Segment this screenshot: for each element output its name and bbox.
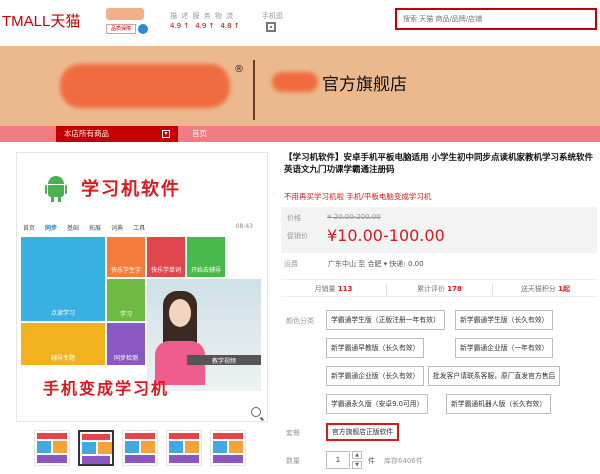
image-tagline: 手机变成学习机: [43, 379, 170, 398]
tile-tutor: 开始去辅导: [187, 237, 225, 277]
shop-ratings: 4.9 ↑ 4.9 ↑ 4.8 ↑: [170, 22, 246, 30]
tmall-points: 送天猫积分 1起: [520, 285, 571, 293]
tile-test: 同步检测: [107, 323, 145, 365]
option-sku[interactable]: 新学霸通早教版（长久有效）: [326, 338, 425, 358]
option-sku[interactable]: 批发客户请联系客服，原厂直发官方售后: [428, 366, 561, 386]
shipping-destination-select[interactable]: 广东中山 至 合肥 ▾ 快递: 0.00: [328, 259, 424, 269]
quantity-input[interactable]: 1: [326, 451, 350, 469]
option-sku[interactable]: 新学霸通机器人版（长久有效）: [446, 394, 552, 414]
app-nav-item: 基础: [67, 225, 80, 232]
product-title: 【学习机软件】安卓手机平板电脑适用 小学生初中同步点读机家教机学习系统软件 英语…: [284, 153, 593, 175]
nav-home[interactable]: 首页: [192, 126, 207, 142]
tile-label: 快乐学单词: [150, 267, 181, 274]
search-input[interactable]: [397, 10, 595, 28]
quantity-increase-button[interactable]: ▲: [352, 451, 362, 459]
quantity-unit: 件: [368, 457, 375, 465]
tile-label: 学习: [119, 311, 132, 318]
package-label: 套餐: [286, 429, 300, 437]
thumbnail[interactable]: [34, 430, 70, 466]
stock-count: 库存6406件: [384, 457, 423, 465]
shipping-label: 运费: [284, 260, 298, 268]
tile-topics: 辅导专题: [21, 323, 105, 365]
image-title: 学习机软件: [81, 179, 181, 200]
tile-video: 教学视频: [187, 355, 261, 365]
banner-title: 官方旗舰店: [322, 75, 407, 95]
tile-characters: 快乐学生字: [107, 237, 145, 277]
shop-level-icon: [138, 24, 148, 34]
app-nav-item: 拓展: [89, 225, 102, 232]
option-sku[interactable]: 新学霸通企业版（一年有效）: [455, 338, 554, 358]
android-icon: [45, 176, 67, 202]
tile-study: 学习: [107, 279, 145, 321]
price-label: 价格: [287, 214, 301, 222]
monthly-sales: 月销量 113: [314, 285, 353, 293]
price-box: 价格 ¥ 20.00-200.00 促销价 ¥10.00-100.00: [281, 207, 597, 253]
tmall-logo[interactable]: TMALL天猫: [2, 10, 80, 31]
package-option-selected[interactable]: 官方旗舰店正版软件: [326, 423, 400, 441]
search-box[interactable]: [395, 8, 597, 30]
nav-all-products-label: 本店所有商品: [64, 129, 109, 138]
thumbnail-strip: [16, 430, 268, 472]
option-sku[interactable]: 学霸通永久版（安卓9.0可用）: [326, 394, 429, 414]
shop-navbar: 本店所有商品 ▾ 首页: [0, 126, 600, 142]
promo-price-label: 促销价: [287, 232, 308, 240]
options-label: 颜色分类: [286, 317, 314, 325]
product-main-image[interactable]: 学习机软件 首页 同步 基础 拓展 词典 工具 08:43 点读学习 快乐学生字 快乐学单…: [16, 152, 268, 422]
thumbnail[interactable]: [166, 430, 202, 466]
rating-description: 4.9 ↑: [170, 22, 190, 30]
tile-words: 快乐学单词: [147, 237, 185, 277]
promo-price: ¥10.00-100.00: [327, 226, 445, 245]
shop-banner: ® 官方旗舰店: [0, 46, 600, 126]
app-nav-item: 首页: [23, 225, 36, 232]
nav-all-products[interactable]: 本店所有商品 ▾: [56, 126, 178, 142]
app-nav-item: 词典: [111, 225, 124, 232]
tile-label: 同步检测: [113, 355, 138, 362]
quantity-decrease-button[interactable]: ▼: [352, 461, 362, 469]
shop-name-blurred[interactable]: [106, 8, 144, 20]
chevron-down-icon: ▾: [162, 130, 170, 138]
app-nav-item: 工具: [133, 225, 146, 232]
original-price: ¥ 20.00-200.00: [327, 213, 381, 221]
brand-name-blurred: [272, 72, 318, 92]
registered-mark: ®: [234, 64, 244, 75]
rating-service: 4.9 ↑: [195, 22, 215, 30]
app-nav-item: 同步: [45, 225, 58, 232]
quantity-label: 数量: [286, 457, 300, 465]
thumbnail[interactable]: [210, 430, 246, 466]
tile-label: 点读学习: [50, 310, 75, 317]
option-sku[interactable]: 新学霸通学生版（长久有效）: [455, 310, 554, 330]
tile-label: 教学视频: [211, 358, 236, 365]
app-nav-preview: 首页 同步 基础 拓展 词典 工具: [23, 223, 263, 235]
mobile-shop-label: 手机逛: [262, 12, 283, 20]
tile-read: 点读学习: [21, 237, 105, 321]
ratings-header: 描 述 服 务 物 流: [170, 12, 235, 20]
tile-label: 快乐学生字: [110, 267, 141, 274]
total-reviews[interactable]: 累计评价 178: [387, 284, 492, 294]
quality-badge: 品质保障: [106, 24, 136, 34]
top-header: TMALL天猫 品质保障 描 述 服 务 物 流 4.9 ↑ 4.9 ↑ 4.8 ↑…: [0, 0, 600, 46]
option-sku[interactable]: 新学霸通企业版（长久有效）: [326, 366, 425, 386]
sales-stats: 月销量 113 累计评价 178 送天猫积分 1起: [281, 279, 597, 297]
banner-divider: [253, 60, 255, 120]
qr-code-icon[interactable]: [266, 22, 276, 32]
thumbnail-selected[interactable]: [78, 430, 114, 466]
product-subtitle[interactable]: 不用再买学习机啦 手机/平板电脑变成学习机: [284, 191, 431, 202]
thumbnail[interactable]: [122, 430, 158, 466]
tile-label: 辅导专题: [50, 355, 75, 362]
brand-logo-blurred: [60, 64, 230, 108]
option-sku[interactable]: 学霸通学生版（正版注册一年有效）: [326, 310, 445, 330]
tile-label: 开始去辅导: [190, 267, 221, 274]
zoom-icon[interactable]: [251, 407, 261, 417]
app-time: 08:43: [235, 223, 253, 230]
rating-logistics: 4.8 ↑: [220, 22, 240, 30]
